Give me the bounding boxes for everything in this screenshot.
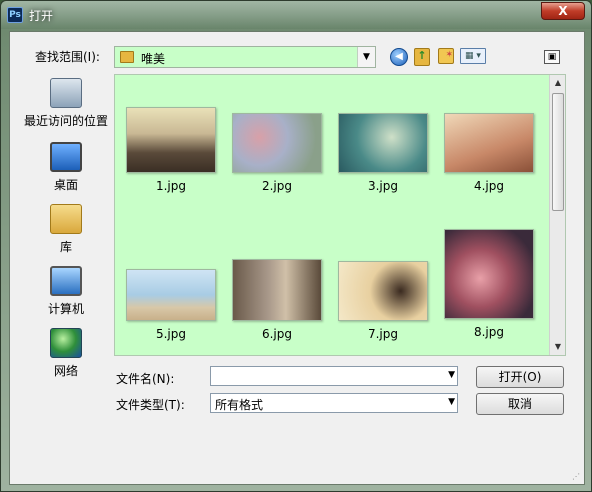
folder-icon [120, 51, 134, 63]
filename-label: 文件名(N): [116, 372, 175, 386]
file-item[interactable]: 3.jpg [333, 113, 433, 193]
scroll-thumb[interactable] [552, 93, 564, 211]
file-name: 2.jpg [261, 179, 293, 193]
filetype-select[interactable]: 所有格式 ▼ [210, 393, 458, 413]
file-name: 1.jpg [155, 179, 187, 193]
window-title: 打开 [29, 9, 54, 23]
network-icon [50, 328, 82, 358]
thumbnail [232, 113, 322, 173]
dialog-client-area: 查找范围(I): 唯美 ▼ ◀ ↑ ✶ ▦ ▾ ▣ 最近访问的位置 桌面 库 计… [9, 31, 585, 485]
cancel-button[interactable]: 取消 [476, 393, 564, 415]
file-item[interactable]: 1.jpg [121, 107, 221, 193]
place-desktop[interactable]: 桌面 [22, 142, 110, 193]
libraries-icon [50, 204, 82, 234]
new-folder-icon[interactable]: ✶ [438, 48, 454, 64]
place-computer[interactable]: 计算机 [22, 266, 110, 317]
place-recent[interactable]: 最近访问的位置 [22, 78, 110, 129]
file-name: 4.jpg [473, 179, 505, 193]
view-menu-icon[interactable]: ▦ ▾ [460, 48, 486, 64]
open-dialog-window: Ps 打开 X 查找范围(I): 唯美 ▼ ◀ ↑ ✶ ▦ ▾ ▣ 最近访问的位… [0, 0, 592, 492]
photoshop-app-icon: Ps [7, 7, 23, 23]
chevron-down-icon[interactable]: ▼ [448, 370, 455, 380]
thumbnail [126, 269, 216, 321]
lookin-label: 查找范围(I): [35, 50, 100, 64]
lookin-value: 唯美 [141, 52, 166, 66]
scroll-up-icon[interactable]: ▲ [550, 75, 566, 91]
recent-places-icon [50, 78, 82, 108]
vertical-scrollbar[interactable]: ▲ ▼ [549, 75, 565, 355]
file-list[interactable]: 1.jpg 2.jpg 3.jpg 4.jpg 5.jpg 6.jpg 7.jp… [114, 74, 566, 356]
close-button[interactable]: X [541, 2, 585, 20]
places-bar: 最近访问的位置 桌面 库 计算机 网络 [22, 74, 110, 430]
back-arrow-icon[interactable]: ◀ [390, 48, 408, 66]
chevron-down-icon[interactable]: ▼ [448, 397, 455, 407]
lookin-combobox[interactable]: 唯美 ▼ [114, 46, 376, 68]
thumbnail [444, 229, 534, 319]
open-button[interactable]: 打开(O) [476, 366, 564, 388]
place-network[interactable]: 网络 [22, 328, 110, 379]
place-label: 最近访问的位置 [23, 114, 108, 128]
place-label: 网络 [53, 364, 78, 378]
file-name: 8.jpg [473, 325, 505, 339]
resize-grip-icon[interactable]: ⋰ [572, 472, 582, 482]
preview-toggle-icon[interactable]: ▣ [544, 50, 560, 64]
file-item[interactable]: 5.jpg [121, 269, 221, 341]
thumbnail [232, 259, 322, 321]
filetype-value: 所有格式 [215, 398, 264, 412]
file-name: 6.jpg [261, 327, 293, 341]
thumbnail [338, 113, 428, 173]
place-label: 库 [59, 240, 72, 254]
desktop-icon [50, 142, 82, 172]
file-item[interactable]: 8.jpg [439, 229, 539, 339]
scroll-down-icon[interactable]: ▼ [550, 339, 566, 355]
file-name: 3.jpg [367, 179, 399, 193]
place-libraries[interactable]: 库 [22, 204, 110, 255]
filename-input[interactable]: ▼ [210, 366, 458, 386]
thumbnail [444, 113, 534, 173]
filetype-label: 文件类型(T): [116, 398, 185, 412]
thumbnail [338, 261, 428, 321]
title-bar[interactable]: Ps 打开 X [1, 1, 591, 29]
file-name: 7.jpg [367, 327, 399, 341]
file-item[interactable]: 6.jpg [227, 259, 327, 341]
thumbnail [126, 107, 216, 173]
file-item[interactable]: 7.jpg [333, 261, 433, 341]
computer-icon [50, 266, 82, 296]
file-name: 5.jpg [155, 327, 187, 341]
file-item[interactable]: 2.jpg [227, 113, 327, 193]
place-label: 桌面 [53, 178, 78, 192]
file-item[interactable]: 4.jpg [439, 113, 539, 193]
up-folder-icon[interactable]: ↑ [414, 48, 430, 66]
chevron-down-icon[interactable]: ▼ [357, 47, 375, 67]
place-label: 计算机 [47, 302, 84, 316]
